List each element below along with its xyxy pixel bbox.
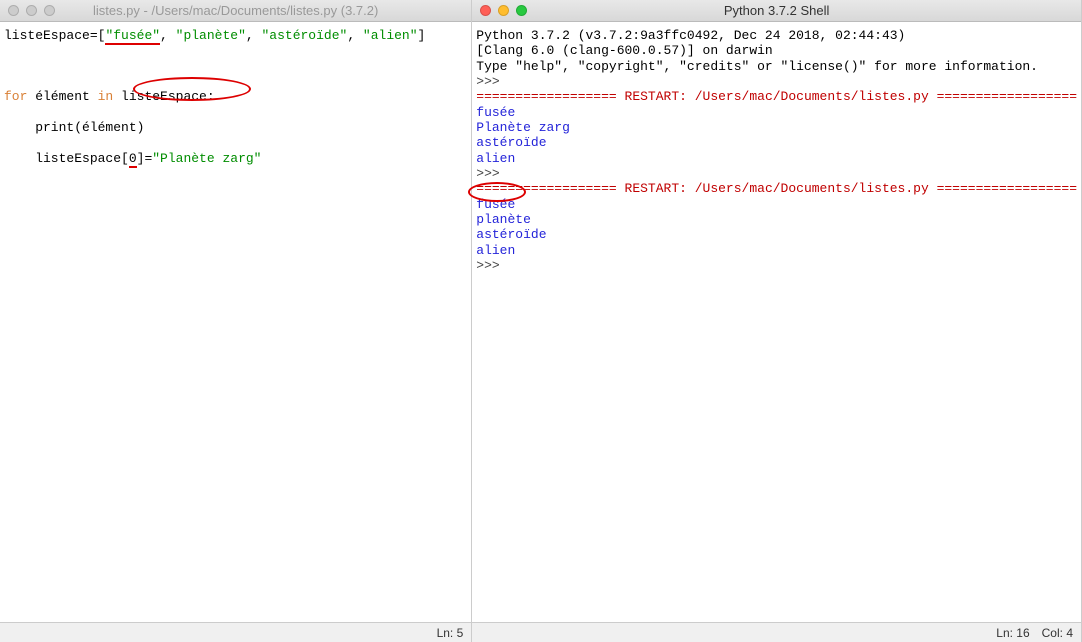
shell-prompt: >>>: [476, 258, 507, 273]
shell-output[interactable]: Python 3.7.2 (v3.7.2:9a3ffc0492, Dec 24 …: [472, 22, 1081, 622]
shell-output-line: alien: [476, 151, 515, 166]
code-token: listeEspace:: [113, 89, 214, 104]
shell-line: Type "help", "copyright", "credits" or "…: [476, 59, 1038, 74]
editor-statusbar: Ln: 5: [0, 622, 471, 642]
code-string: "astéroïde": [261, 28, 347, 43]
shell-output-line: fusée: [476, 197, 515, 212]
close-icon[interactable]: [8, 5, 19, 16]
code-token: ]: [418, 28, 426, 43]
code-line: print(élément): [4, 120, 467, 135]
shell-output-line: Planète zarg: [476, 120, 570, 135]
editor-title: listes.py - /Users/mac/Documents/listes.…: [8, 3, 463, 18]
shell-line: [Clang 6.0 (clang-600.0.57)] on darwin: [476, 43, 772, 58]
zoom-icon[interactable]: [44, 5, 55, 16]
col-indicator: Col: 4: [1042, 626, 1073, 640]
shell-traffic-lights: [480, 5, 527, 16]
shell-titlebar[interactable]: Python 3.7.2 Shell: [472, 0, 1081, 22]
ln-indicator: Ln: 5: [437, 626, 464, 640]
code-token: ]=: [137, 151, 153, 166]
shell-restart: ==================: [929, 89, 1077, 104]
shell-prompt: >>>: [476, 166, 507, 181]
code-string: "planète": [176, 28, 246, 43]
shell-statusbar: Ln: 16 Col: 4: [472, 622, 1081, 642]
shell-prompt: >>>: [476, 74, 507, 89]
ln-indicator: Ln: 16: [996, 626, 1029, 640]
shell-title: Python 3.7.2 Shell: [480, 3, 1073, 18]
shell-restart: ==================: [476, 89, 624, 104]
editor-traffic-lights: [8, 5, 55, 16]
code-token: ,: [347, 28, 363, 43]
code-string: "Planète zarg": [152, 151, 261, 166]
minimize-icon[interactable]: [26, 5, 37, 16]
minimize-icon[interactable]: [498, 5, 509, 16]
editor-window: listes.py - /Users/mac/Documents/listes.…: [0, 0, 472, 642]
code-token: 0: [129, 151, 137, 168]
code-token: listeEspace: [4, 28, 90, 43]
code-keyword: for: [4, 89, 27, 104]
code-keyword: in: [98, 89, 114, 104]
code-string: "fusée": [105, 28, 160, 45]
code-editor[interactable]: listeEspace=["fusée", "planète", "astéro…: [0, 22, 471, 622]
shell-restart: RESTART: /Users/mac/Documents/listes.py: [625, 181, 929, 196]
shell-output-line: astéroïde: [476, 227, 546, 242]
close-icon[interactable]: [480, 5, 491, 16]
zoom-icon[interactable]: [516, 5, 527, 16]
code-token: =[: [90, 28, 106, 43]
shell-output-line: fusée: [476, 105, 515, 120]
code-token: ,: [160, 28, 176, 43]
shell-window: Python 3.7.2 Shell Python 3.7.2 (v3.7.2:…: [472, 0, 1082, 642]
code-token: ,: [246, 28, 262, 43]
shell-output-line: alien: [476, 243, 515, 258]
shell-output-line: astéroïde: [476, 135, 546, 150]
shell-restart: ==================: [929, 181, 1077, 196]
code-string: "alien": [363, 28, 418, 43]
editor-titlebar[interactable]: listes.py - /Users/mac/Documents/listes.…: [0, 0, 471, 22]
shell-restart: RESTART: /Users/mac/Documents/listes.py: [625, 89, 929, 104]
shell-restart: ==================: [476, 181, 624, 196]
shell-output-line: planète: [476, 212, 531, 227]
shell-line: Python 3.7.2 (v3.7.2:9a3ffc0492, Dec 24 …: [476, 28, 905, 43]
code-token: élément: [27, 89, 97, 104]
code-token: listeEspace[: [4, 151, 129, 166]
